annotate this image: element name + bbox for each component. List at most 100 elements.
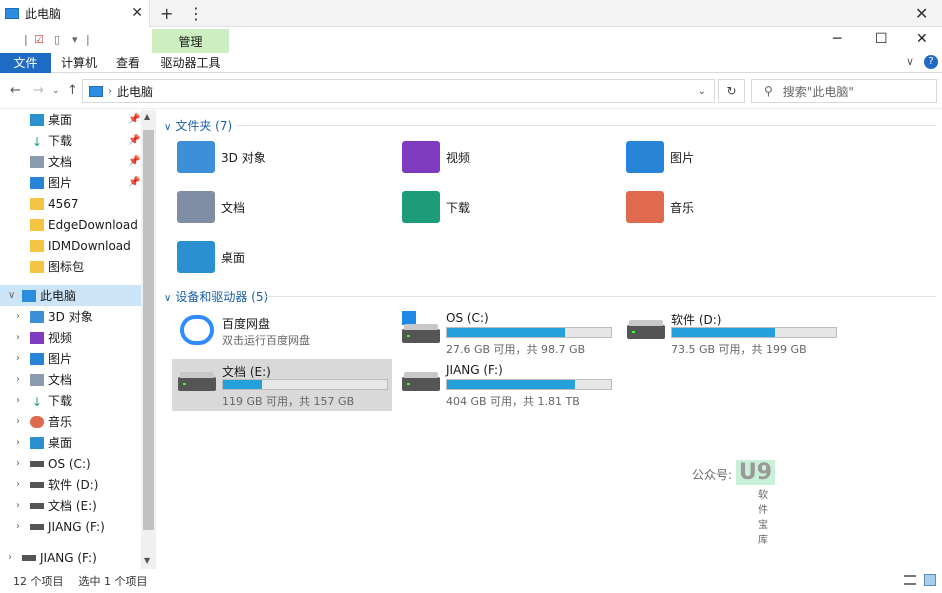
sidebar-item-music[interactable]: › 音乐 — [0, 411, 141, 432]
sidebar-item-downloads[interactable]: › ↓ 下载 — [0, 390, 141, 411]
address-bar[interactable]: › 此电脑 ⌄ — [82, 79, 715, 103]
drive-f[interactable]: JIANG (F:) 404 GB 可用，共 1.81 TB — [396, 359, 616, 411]
pin-icon: 📌 — [128, 177, 141, 188]
more-menu-icon[interactable]: ⋮ — [188, 4, 204, 23]
search-input[interactable]: ⚲ 搜索"此电脑" — [751, 79, 937, 103]
large-icons-view-icon[interactable] — [924, 574, 936, 586]
sidebar-item-desktop[interactable]: › 桌面 — [0, 432, 141, 453]
selection-count: 选中 1 个项目 — [78, 575, 148, 588]
sidebar-item-pictures[interactable]: › 图片 — [0, 348, 141, 369]
folders-group-header[interactable]: ∨ 文件夹 (7) — [164, 117, 232, 134]
forward-icon[interactable]: → — [33, 83, 44, 98]
chevron-right-icon[interactable]: › — [16, 395, 20, 406]
maximize-icon[interactable]: ☐ — [875, 31, 888, 47]
context-tab-manage[interactable]: 管理 — [152, 29, 229, 53]
details-view-icon[interactable] — [904, 575, 916, 585]
folder-3d-objects[interactable]: 3D 对象 — [177, 141, 266, 173]
sidebar-item-drive-d[interactable]: › 软件 (D:) — [0, 474, 141, 495]
tab-computer[interactable]: 计算机 — [55, 53, 103, 73]
sidebar-item-this-pc[interactable]: ∨ 此电脑 — [0, 285, 141, 306]
baidu-netdisk[interactable]: 百度网盘 双击运行百度网盘 — [172, 307, 392, 359]
up-icon[interactable]: ↑ — [67, 83, 78, 98]
address-dropdown-icon[interactable]: ⌄ — [698, 86, 706, 97]
scroll-up-icon[interactable]: ▲ — [144, 112, 150, 121]
usage-bar — [446, 327, 612, 338]
chevron-right-icon[interactable]: › — [16, 374, 20, 385]
chevron-right-icon[interactable]: › — [16, 332, 20, 343]
qat-dropdown-icon[interactable]: ▾ — [72, 33, 78, 46]
chevron-right-icon[interactable]: › — [16, 521, 20, 532]
close-tab-icon[interactable]: ✕ — [131, 5, 143, 21]
help-icon[interactable]: ? — [924, 55, 938, 69]
tab-this-pc[interactable]: 此电脑 ✕ — [0, 0, 150, 27]
folder-videos[interactable]: 视频 — [402, 141, 470, 173]
chevron-right-icon[interactable]: › — [16, 311, 20, 322]
minimize-icon[interactable]: ─ — [833, 31, 841, 47]
scroll-down-icon[interactable]: ▼ — [144, 556, 150, 565]
documents-icon — [177, 191, 215, 223]
breadcrumb-chevron-icon[interactable]: › — [108, 86, 112, 97]
chevron-right-icon[interactable]: › — [16, 500, 20, 511]
sidebar-item-documents[interactable]: › 文档 — [0, 369, 141, 390]
expand-ribbon-icon[interactable]: ∨ — [906, 55, 914, 68]
sidebar-item-folder[interactable]: EdgeDownload — [0, 214, 141, 235]
divider — [264, 296, 936, 297]
drive-icon — [402, 324, 440, 343]
usage-fill — [447, 328, 566, 337]
drive-icon — [30, 523, 44, 530]
sidebar-item-3d-objects[interactable]: › 3D 对象 — [0, 306, 141, 327]
sidebar-item-jiang[interactable]: › JIANG (F:) — [0, 547, 141, 568]
folder-music[interactable]: 音乐 — [626, 191, 694, 223]
drive-d[interactable]: 软件 (D:) 73.5 GB 可用，共 199 GB — [621, 307, 841, 359]
chevron-right-icon[interactable]: › — [16, 458, 20, 469]
drives-group-header[interactable]: ∨ 设备和驱动器 (5) — [164, 288, 268, 305]
back-icon[interactable]: ← — [10, 83, 21, 98]
drive-c[interactable]: OS (C:) 27.6 GB 可用，共 98.7 GB — [396, 307, 616, 359]
sidebar-item-folder[interactable]: IDMDownload — [0, 235, 141, 256]
status-bar: 12 个项目 选中 1 个项目 — [0, 569, 942, 593]
sidebar-item-drive-f[interactable]: › JIANG (F:) — [0, 516, 141, 537]
recent-dropdown-icon[interactable]: ⌄ — [52, 86, 60, 96]
sidebar-item-downloads[interactable]: ↓ 下载 📌 — [0, 130, 141, 151]
sidebar-item-pictures[interactable]: 图片 📌 — [0, 172, 141, 193]
close-icon[interactable]: ✕ — [916, 31, 928, 47]
tab-drive-tools[interactable]: 驱动器工具 — [152, 53, 229, 73]
breadcrumb-this-pc[interactable]: 此电脑 — [117, 83, 153, 100]
sidebar-item-folder[interactable]: 4567 — [0, 193, 141, 214]
chevron-down-icon[interactable]: ∨ — [8, 290, 15, 301]
tab-bar: 此电脑 ✕ + ⋮ ✕ — [0, 0, 942, 27]
sidebar-item-desktop[interactable]: 桌面 📌 — [0, 109, 141, 130]
pictures-icon — [30, 352, 44, 365]
refresh-button[interactable]: ↻ — [718, 79, 745, 103]
chevron-right-icon[interactable]: › — [16, 437, 20, 448]
drive-icon — [22, 554, 36, 561]
scrollbar-thumb[interactable] — [143, 130, 154, 530]
sidebar-item-folder[interactable]: 图标包 — [0, 256, 141, 277]
sidebar-item-videos[interactable]: › 视频 — [0, 327, 141, 348]
documents-icon — [30, 155, 44, 168]
chevron-right-icon[interactable]: › — [8, 552, 12, 563]
chevron-right-icon[interactable]: › — [16, 416, 20, 427]
drive-e[interactable]: 文档 (E:) 119 GB 可用，共 157 GB — [172, 359, 392, 411]
chevron-right-icon[interactable]: › — [16, 353, 20, 364]
sidebar-item-drive-e[interactable]: › 文档 (E:) — [0, 495, 141, 516]
folder-documents[interactable]: 文档 — [177, 191, 245, 223]
pin-icon: 📌 — [128, 135, 141, 146]
folder-icon — [30, 260, 44, 273]
new-tab-icon[interactable]: + — [160, 4, 173, 23]
videos-icon — [402, 141, 440, 173]
tab-view[interactable]: 查看 — [108, 53, 148, 73]
folder-desktop[interactable]: 桌面 — [177, 241, 245, 273]
folder-downloads[interactable]: 下载 — [402, 191, 470, 223]
chevron-right-icon[interactable]: › — [16, 479, 20, 490]
sidebar-item-documents[interactable]: 文档 📌 — [0, 151, 141, 172]
close-window-icon[interactable]: ✕ — [915, 4, 928, 23]
drive-icon — [30, 460, 44, 467]
sidebar-item-drive-c[interactable]: › OS (C:) — [0, 453, 141, 474]
sidebar-scrollbar[interactable]: ▲ ▼ — [141, 110, 156, 569]
folder-pictures[interactable]: 图片 — [626, 141, 694, 173]
properties-icon[interactable]: ☑ — [34, 33, 44, 46]
new-folder-icon[interactable]: ▯ — [54, 33, 60, 46]
ribbon-header — [0, 27, 942, 53]
tab-file[interactable]: 文件 — [0, 53, 51, 73]
